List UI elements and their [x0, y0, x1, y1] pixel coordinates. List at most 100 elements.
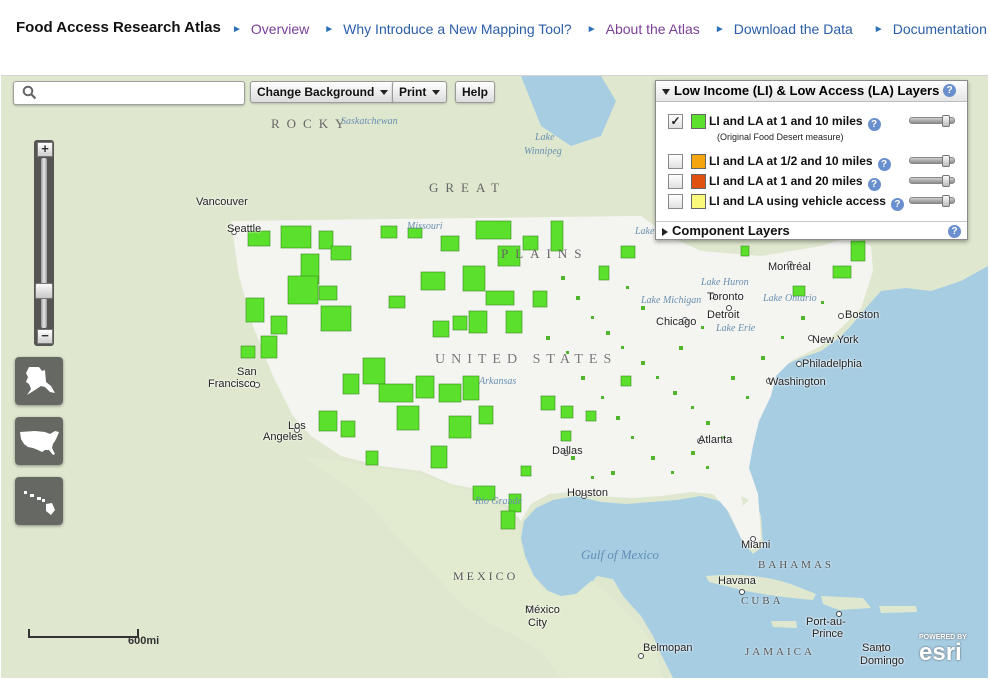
map-label-chicago: Chicago — [656, 316, 697, 328]
map-label-port-au-prince-2: Prince — [812, 628, 844, 640]
hawaii-view-button[interactable] — [15, 477, 63, 525]
zoom-out-button[interactable]: − — [37, 329, 53, 344]
zoom-track[interactable] — [41, 158, 47, 328]
layer-checkbox[interactable] — [668, 174, 683, 189]
help-icon[interactable]: ? — [943, 84, 956, 97]
slider-knob[interactable] — [942, 115, 950, 127]
map-label-philadelphia: Philadelphia — [802, 358, 862, 370]
map-label-lake-winnipeg-2: Winnipeg — [524, 146, 562, 157]
map-label-rocky: ROCKY — [271, 116, 352, 131]
search-icon[interactable] — [22, 85, 37, 100]
zoom-in-button[interactable]: + — [37, 142, 53, 157]
nav-overview-link[interactable]: Overview — [251, 21, 309, 37]
map-label-atlanta: Atlanta — [698, 434, 733, 446]
map-label-boston: Boston — [845, 309, 880, 321]
hawaii-icon — [24, 491, 55, 515]
map-label-port-au-prince-1: Port-au- — [806, 616, 846, 628]
map-label-missouri: Missouri — [407, 221, 443, 232]
map-label-houston: Houston — [567, 487, 608, 499]
map-label-saskatchewan: Saskatchewan — [341, 116, 398, 127]
map-label-lake-michigan: Lake Michigan — [641, 295, 702, 306]
alaska-icon — [26, 367, 55, 395]
slider-knob[interactable] — [942, 175, 950, 187]
map-label-mexico-city-2: City — [528, 617, 547, 629]
help-icon[interactable]: ? — [867, 178, 881, 191]
nav-download-link[interactable]: Download the Data — [734, 21, 853, 37]
conus-view-button[interactable] — [15, 417, 63, 465]
esri-logo[interactable]: POWERED BY esri — [919, 634, 967, 665]
map-label-washington: Washington — [768, 376, 826, 388]
map-label-cuba: CUBA — [741, 595, 784, 607]
opacity-slider[interactable] — [909, 115, 955, 127]
map-label-angeles: Angeles — [263, 431, 303, 443]
map-view[interactable]: Vancouver Seattle San Francisco Los Ange… — [1, 75, 988, 678]
opacity-slider[interactable] — [909, 175, 955, 187]
layer-checkbox[interactable] — [668, 194, 683, 209]
map-label-mexico: MEXICO — [453, 569, 519, 583]
help-button[interactable]: Help — [455, 81, 496, 103]
help-icon[interactable]: ? — [877, 158, 891, 171]
component-layers-toggle[interactable]: Component Layers — [656, 223, 790, 239]
map-label-dallas: Dallas — [552, 445, 583, 457]
map-label-miami: Miami — [741, 539, 771, 551]
zoom-handle[interactable] — [35, 283, 53, 299]
layers-panel-header[interactable]: Low Income (LI) & Low Access (LA) Layers… — [656, 81, 967, 102]
nav-why-link[interactable]: Why Introduce a New Mapping Tool? — [343, 21, 572, 37]
opacity-slider[interactable] — [909, 195, 955, 207]
layer-label: LI and LA using vehicle access — [709, 194, 886, 208]
layer-label: LI and LA at 1/2 and 10 miles — [709, 154, 873, 168]
map-label-detroit: Detroit — [707, 309, 740, 321]
map-label-belmopan: Belmopan — [643, 642, 693, 654]
map-label-arkansas: Arkansas — [479, 376, 517, 387]
map-label-united-states: UNITED STATES — [435, 352, 618, 367]
search-input[interactable] — [44, 84, 240, 102]
nav-documentation-link[interactable]: Documentation — [893, 21, 987, 37]
map-label-new-york: New York — [812, 334, 859, 346]
layer-checkbox[interactable]: ✓ — [668, 114, 683, 129]
map-label-mexico-city-1: México — [525, 604, 560, 616]
site-title[interactable]: Food Access Research Atlas — [16, 19, 221, 36]
opacity-slider[interactable] — [909, 155, 955, 167]
chevron-right-icon: ► — [714, 23, 725, 35]
layer-label: LI and LA at 1 and 10 miles — [709, 114, 863, 128]
change-background-label: Change Background — [257, 85, 375, 99]
map-label-toronto: Toronto — [707, 291, 744, 303]
map-label-seattle: Seattle — [227, 223, 262, 235]
scale-bar — [28, 629, 139, 638]
layer-swatch — [691, 194, 706, 209]
slider-knob[interactable] — [942, 195, 950, 207]
caret-down-icon — [432, 90, 441, 96]
map-label-domingo: Domingo — [860, 655, 905, 667]
help-icon[interactable]: ? — [867, 118, 881, 131]
component-layers-label: Component Layers — [672, 223, 790, 238]
expand-arrow-icon — [662, 227, 668, 236]
search-box — [13, 81, 245, 105]
map-label-lake-huron: Lake Huron — [701, 277, 749, 288]
alaska-view-button[interactable] — [15, 357, 63, 405]
map-label-bahamas: BAHAMAS — [758, 559, 835, 571]
us-map-icon — [20, 431, 59, 455]
help-icon[interactable]: ? — [890, 198, 904, 211]
map-label-lake-ontario: Lake Ontario — [763, 293, 817, 304]
map-label-francisco: Francisco — [208, 378, 256, 390]
print-label: Print — [399, 85, 427, 99]
map-label-great: GREAT — [429, 180, 506, 195]
map-label-vancouver: Vancouver — [196, 196, 248, 208]
print-button[interactable]: Print — [392, 81, 448, 103]
map-label-lake-erie: Lake Erie — [716, 323, 756, 334]
nav-links: ► Overview ► Why Introduce a New Mapping… — [232, 21, 987, 37]
esri-wordmark: esri — [919, 639, 962, 666]
top-navigation: Food Access Research Atlas ► Overview ► … — [0, 0, 990, 62]
map-label-montreal: Montréal — [768, 261, 811, 273]
help-icon[interactable]: ? — [948, 225, 961, 238]
layer-row-li-la-vehicle: LI and LA using vehicle access? — [668, 194, 958, 211]
layers-panel-title: Low Income (LI) & Low Access (LA) Layers — [674, 83, 940, 98]
slider-knob[interactable] — [942, 155, 950, 167]
layer-checkbox[interactable] — [668, 154, 683, 169]
change-background-button[interactable]: Change Background — [250, 81, 396, 103]
layer-row-li-la-half-10: LI and LA at 1/2 and 10 miles? — [668, 154, 958, 171]
layers-panel: Low Income (LI) & Low Access (LA) Layers… — [655, 80, 968, 240]
map-label-jamaica: JAMAICA — [745, 646, 815, 658]
zoom-slider[interactable]: + − — [34, 140, 54, 346]
nav-about-link[interactable]: About the Atlas — [606, 21, 700, 37]
